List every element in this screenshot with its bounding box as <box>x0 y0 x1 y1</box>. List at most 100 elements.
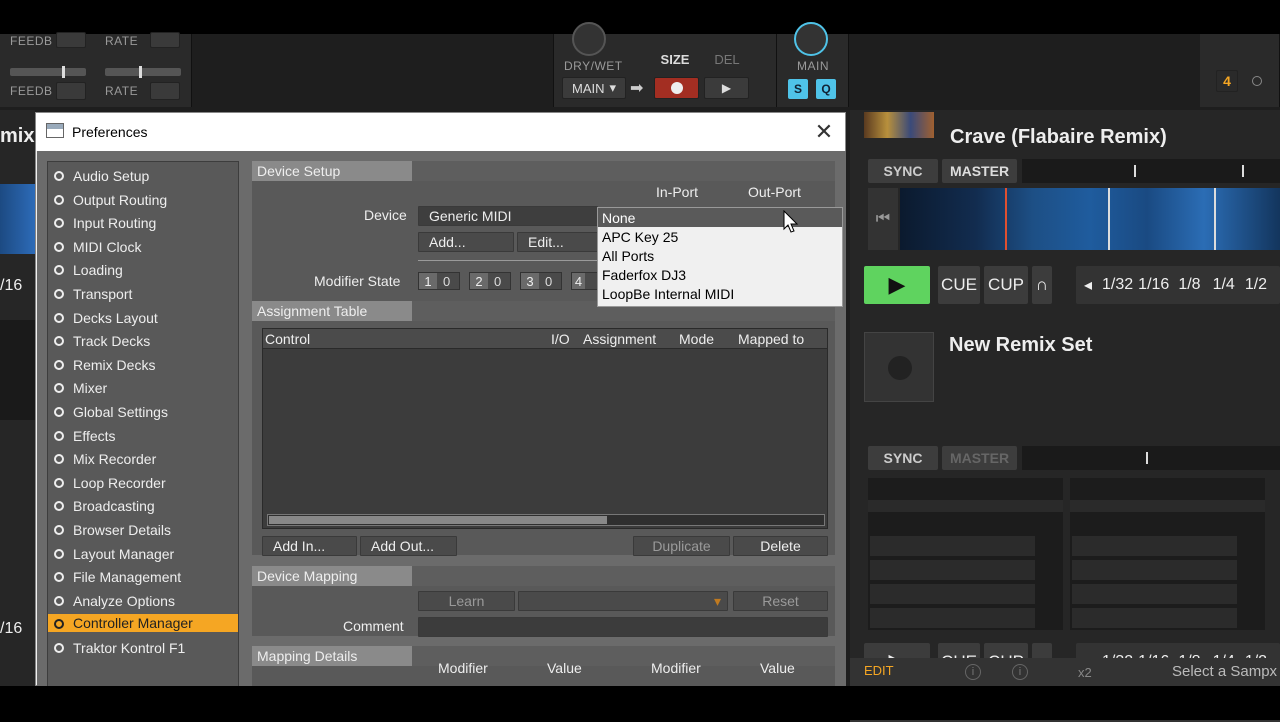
nav-item-layout-manager[interactable]: Layout Manager <box>48 544 238 564</box>
rate-button[interactable] <box>150 32 180 48</box>
dry-wet-knob[interactable] <box>572 22 606 56</box>
add-device-button[interactable]: Add... <box>418 232 514 252</box>
nav-label: Effects <box>73 428 116 444</box>
nav-item-browser-details[interactable]: Browser Details <box>48 520 238 540</box>
nav-label: Global Settings <box>73 404 168 420</box>
remix-slot-1[interactable] <box>868 478 1063 630</box>
info-icon[interactable]: i <box>1012 664 1028 680</box>
port-option-apc-key-25[interactable]: APC Key 25 <box>598 227 842 246</box>
loop-toggle-button[interactable]: ∩ <box>1032 266 1052 304</box>
del-button[interactable]: DEL <box>706 49 748 69</box>
nav-item-effects[interactable]: Effects <box>48 426 238 446</box>
port-option-loopbe-internal-midi[interactable]: LoopBe Internal MIDI <box>598 284 842 303</box>
nav-item-mix-recorder[interactable]: Mix Recorder <box>48 449 238 469</box>
radio-icon <box>54 525 64 535</box>
q-button[interactable]: Q <box>816 79 836 99</box>
loop-icon: ∩ <box>1035 275 1049 294</box>
main-select[interactable]: MAIN ▾ <box>562 77 626 99</box>
col-assignment[interactable]: Assignment <box>583 329 656 349</box>
in-port-dropdown-list[interactable]: None APC Key 25 All Ports Faderfox DJ3 L… <box>597 207 843 307</box>
sync-button-b[interactable]: SYNC <box>868 446 938 470</box>
nav-item-broadcasting[interactable]: Broadcasting <box>48 496 238 516</box>
rate-button-2[interactable] <box>150 82 180 100</box>
nav-item-controller-manager[interactable]: Controller Manager <box>48 614 238 632</box>
horizontal-scrollbar[interactable] <box>267 514 825 526</box>
play-fx-button[interactable]: ▶ <box>704 77 749 99</box>
nav-item-loop-recorder[interactable]: Loop Recorder <box>48 473 238 493</box>
rewind-button[interactable]: ⏮ <box>868 188 898 250</box>
bottom-black-bar <box>0 686 1280 720</box>
master-button-b[interactable]: MASTER <box>942 446 1017 470</box>
nav-item-global-settings[interactable]: Global Settings <box>48 402 238 422</box>
nav-item-mixer[interactable]: Mixer <box>48 378 238 398</box>
edit-label[interactable]: EDIT <box>864 663 894 678</box>
record-button[interactable] <box>654 77 699 99</box>
play-button[interactable]: ▶ <box>864 266 930 304</box>
loop-1-2[interactable]: 1/2 <box>1241 276 1271 294</box>
port-option-none[interactable]: None <box>598 208 842 227</box>
loop-1-8[interactable]: 1/8 <box>1172 276 1206 294</box>
add-out-button[interactable]: Add Out... <box>360 536 457 556</box>
nav-item-audio-setup[interactable]: Audio Setup <box>48 166 238 186</box>
learn-select[interactable]: ▾ <box>518 591 728 611</box>
dialog-titlebar[interactable]: Preferences <box>36 113 845 151</box>
size-button[interactable]: SIZE <box>654 49 696 69</box>
reset-button[interactable]: Reset <box>733 591 828 611</box>
col-mode[interactable]: Mode <box>679 329 714 349</box>
duplicate-button[interactable]: Duplicate <box>633 536 730 556</box>
device-select[interactable]: Generic MIDI <box>418 206 598 226</box>
nav-label: File Management <box>73 569 182 585</box>
feedb-button-2[interactable] <box>56 82 86 100</box>
nav-item-file-management[interactable]: File Management <box>48 567 238 587</box>
comment-field[interactable] <box>418 617 828 637</box>
nav-item-track-decks[interactable]: Track Decks <box>48 331 238 351</box>
loop-size-selector[interactable]: ◂ 1/32 1/16 1/8 1/4 1/2 <box>1076 266 1280 304</box>
chevron-left-icon[interactable]: ◂ <box>1076 275 1100 295</box>
loop-1-32[interactable]: 1/32 <box>1100 276 1135 294</box>
modifier-value: 0 <box>443 273 451 289</box>
nav-item-transport[interactable]: Transport <box>48 284 238 304</box>
nav-item-traktor-kontrol-f1[interactable]: Traktor Kontrol F1 <box>48 638 238 658</box>
remix-slot-2[interactable] <box>1070 478 1265 630</box>
info-icon[interactable]: i <box>965 664 981 680</box>
port-option-faderfox-dj3[interactable]: Faderfox DJ3 <box>598 265 842 284</box>
modifier-3: 30 <box>520 272 562 290</box>
scrollbar-thumb[interactable] <box>269 516 607 524</box>
delete-button[interactable]: Delete <box>733 536 828 556</box>
nav-label: Output Routing <box>73 192 168 208</box>
skip-back-icon: ⏮ <box>875 210 891 227</box>
waveform[interactable] <box>900 188 1280 250</box>
main-knob[interactable] <box>794 22 828 56</box>
nav-item-input-routing[interactable]: Input Routing <box>48 213 238 233</box>
sync-button[interactable]: SYNC <box>868 159 938 183</box>
select-sample-label[interactable]: Select a Sampx <box>1172 663 1277 680</box>
s-button[interactable]: S <box>788 79 808 99</box>
master-button[interactable]: MASTER <box>942 159 1017 183</box>
edit-device-button[interactable]: Edit... <box>517 232 598 252</box>
cue-button[interactable]: CUE <box>938 266 980 304</box>
feedb-button[interactable] <box>56 32 86 48</box>
col-io[interactable]: I/O <box>551 329 570 349</box>
add-in-button[interactable]: Add In... <box>262 536 357 556</box>
nav-item-decks-layout[interactable]: Decks Layout <box>48 308 238 328</box>
nav-item-output-routing[interactable]: Output Routing <box>48 190 238 210</box>
rate-slider[interactable] <box>105 66 181 78</box>
col-control[interactable]: Control <box>265 329 310 349</box>
close-button[interactable]: ✕ <box>811 119 837 145</box>
nav-item-midi-clock[interactable]: MIDI Clock <box>48 237 238 257</box>
port-option-all-ports[interactable]: All Ports <box>598 246 842 265</box>
assignment-table[interactable]: Control I/O Assignment Mode Mapped to <box>262 328 828 529</box>
loop-1-16[interactable]: 1/16 <box>1135 276 1172 294</box>
nav-item-remix-decks[interactable]: Remix Decks <box>48 355 238 375</box>
cup-button[interactable]: CUP <box>984 266 1028 304</box>
section-header-fill <box>412 566 835 586</box>
nav-item-loading[interactable]: Loading <box>48 260 238 280</box>
learn-button[interactable]: Learn <box>418 591 515 611</box>
modifier-number: 1 <box>419 273 437 289</box>
col-mapped-to[interactable]: Mapped to <box>738 329 804 349</box>
loop-1-4[interactable]: 1/4 <box>1207 276 1241 294</box>
modifier-value: 0 <box>545 273 553 289</box>
nav-label: Loading <box>73 262 123 278</box>
nav-item-analyze-options[interactable]: Analyze Options <box>48 591 238 611</box>
feedb-slider[interactable] <box>10 66 86 78</box>
